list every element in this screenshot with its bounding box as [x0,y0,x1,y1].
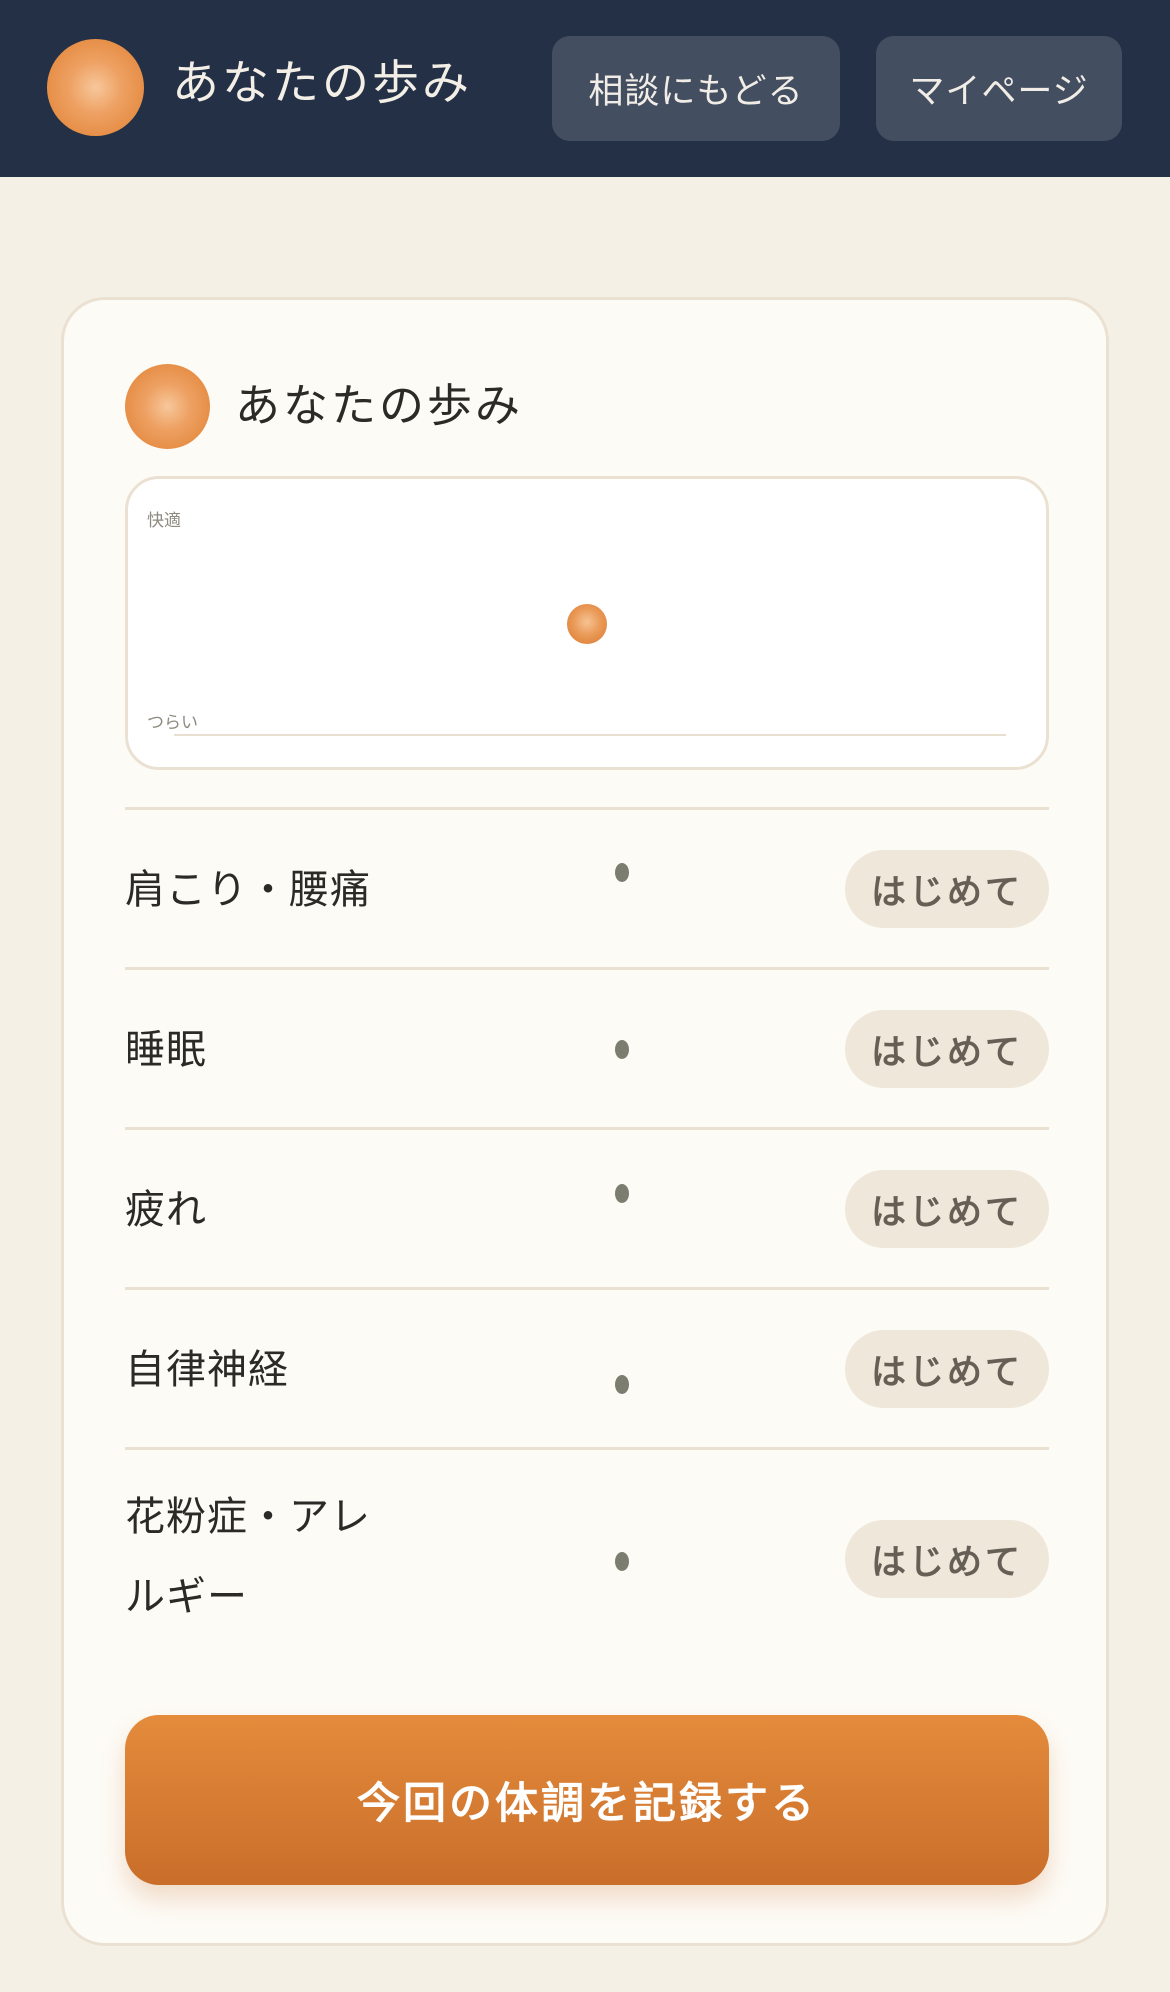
symptom-list: 肩こり・腰痛 はじめて 睡眠 はじめて 疲れ はじめて 自律神経 はじめて 花粉… [125,807,1049,1639]
progress-card: あなたの歩み 快適 つらい 肩こり・腰痛 はじめて 睡眠 はじめて 疲れ はじめ… [61,297,1109,1946]
mypage-button[interactable]: マイページ [876,36,1122,141]
symptom-row-allergy[interactable]: 花粉症・アレルギー はじめて [125,1447,1049,1639]
card-orb-icon [125,364,210,449]
symptom-trend-dot [615,1552,629,1571]
symptom-status-badge: はじめて [845,850,1049,928]
symptom-row-shoulder-back[interactable]: 肩こり・腰痛 はじめて [125,807,1049,967]
symptom-status-badge: はじめて [845,1330,1049,1408]
symptom-status-badge: はじめて [845,1010,1049,1088]
graph-data-point [567,604,607,644]
back-to-consultation-button[interactable]: 相談にもどる [552,36,840,141]
graph-label-comfortable: 快適 [147,511,181,531]
symptom-row-sleep[interactable]: 睡眠 はじめて [125,967,1049,1127]
symptom-trend-dot [615,1375,629,1394]
condition-graph: 快適 つらい [125,476,1049,770]
app-title: あなたの歩み [172,56,472,111]
symptom-name: 肩こり・腰痛 [125,867,371,913]
symptom-name: 睡眠 [125,1027,207,1073]
symptom-status-badge: はじめて [845,1520,1049,1598]
symptom-row-fatigue[interactable]: 疲れ はじめて [125,1127,1049,1287]
symptom-row-autonomic[interactable]: 自律神経 はじめて [125,1287,1049,1447]
card-title: あなたの歩み [235,379,524,432]
symptom-name: 花粉症・アレルギー [125,1494,371,1620]
symptom-trend-dot [615,1040,629,1059]
symptom-status-badge: はじめて [845,1170,1049,1248]
symptom-trend-dot [615,1184,629,1203]
graph-baseline [174,734,1006,736]
record-condition-button[interactable]: 今回の体調を記録する [125,1715,1049,1885]
app-logo-orb-icon [47,39,144,136]
graph-label-painful: つらい [147,713,198,733]
symptom-name: 疲れ [125,1187,207,1233]
symptom-trend-dot [615,863,629,882]
symptom-name: 自律神経 [125,1347,289,1393]
top-bar: あなたの歩み 相談にもどる マイページ [0,0,1170,177]
